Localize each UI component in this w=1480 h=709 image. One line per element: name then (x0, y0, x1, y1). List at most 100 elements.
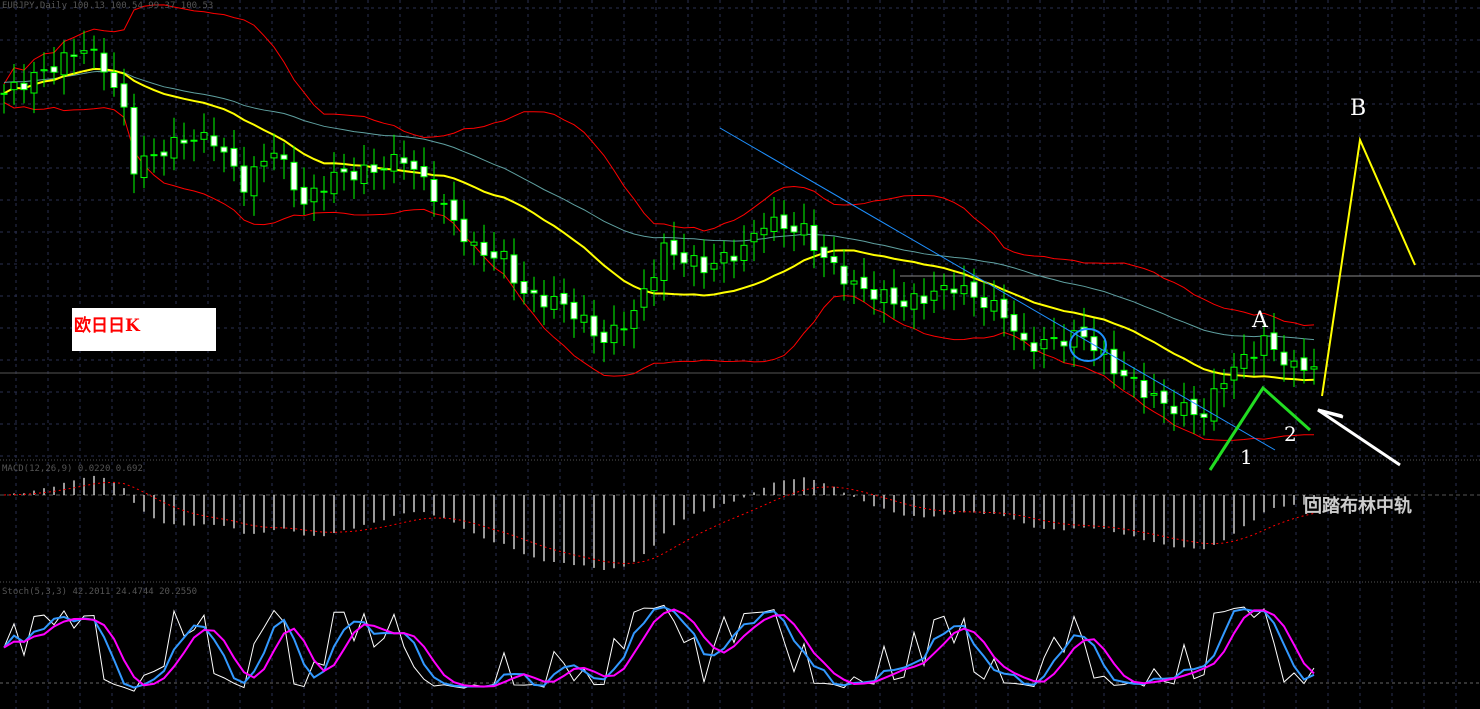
candle (620, 328, 628, 331)
candle (290, 161, 298, 191)
candle (40, 69, 48, 72)
candle (300, 186, 308, 205)
candle (220, 146, 228, 153)
candle (850, 280, 858, 285)
candle (460, 218, 468, 243)
candle (1270, 332, 1278, 351)
candle (200, 132, 208, 140)
candle (640, 288, 648, 308)
candle (650, 277, 658, 292)
candle (1140, 380, 1148, 399)
candle (630, 310, 638, 329)
candle (390, 154, 398, 172)
candle (140, 155, 148, 179)
candle (1230, 366, 1238, 381)
candle (1220, 383, 1228, 390)
candle (1280, 351, 1288, 366)
candle (480, 241, 488, 256)
candle (520, 281, 528, 294)
ema-line (3, 70, 1315, 341)
candle (610, 324, 618, 344)
candle (1040, 339, 1048, 350)
candle (180, 139, 188, 144)
candle (210, 135, 218, 147)
candle (110, 72, 118, 89)
candle (100, 52, 108, 73)
candle (380, 168, 388, 171)
candle (120, 83, 128, 108)
candle (1260, 335, 1268, 356)
candle (90, 48, 98, 51)
candle (840, 265, 848, 285)
bollinger-lower (3, 102, 1315, 441)
candle (540, 294, 548, 308)
candle (450, 199, 458, 221)
candle (580, 314, 588, 323)
candle (410, 160, 418, 170)
candle (1110, 348, 1118, 375)
candle (240, 165, 248, 193)
candle (330, 171, 338, 195)
chart-canvas[interactable] (0, 0, 1480, 709)
arrow-icon (1317, 408, 1401, 467)
candle (1200, 413, 1208, 418)
annotation-2: 2 (1284, 422, 1297, 446)
candle (1310, 366, 1318, 370)
candle (550, 295, 558, 310)
candle (890, 287, 898, 305)
chart-label-box: 欧日日K (72, 308, 216, 351)
candle (500, 250, 508, 260)
candle (990, 300, 998, 312)
candle (960, 285, 968, 295)
candle (680, 252, 688, 264)
candle (270, 152, 278, 159)
candle (230, 147, 238, 167)
candle (1120, 369, 1128, 377)
candle (1020, 332, 1028, 341)
candle (970, 281, 978, 298)
candle (940, 285, 948, 291)
candle (130, 106, 138, 175)
trend-line (719, 127, 1276, 451)
candle (600, 331, 608, 344)
main-panel-title: EURJPY,Daily 100.13 100.54 99.37 100.53 (2, 1, 214, 11)
candle (280, 154, 288, 160)
candle (260, 160, 268, 167)
candle (900, 300, 908, 308)
candle (160, 151, 168, 157)
candle (400, 157, 408, 164)
candle (510, 254, 518, 284)
candle (740, 244, 748, 261)
candle (1180, 402, 1188, 416)
candle (1250, 356, 1258, 359)
candle (750, 232, 758, 243)
candle (980, 297, 988, 309)
chart-label: 欧日日K (74, 316, 140, 336)
candle (790, 225, 798, 233)
candle (60, 52, 68, 76)
candle (670, 239, 678, 256)
candle (1050, 337, 1058, 340)
candle (870, 289, 878, 300)
bollinger-upper (3, 4, 1315, 327)
candle (10, 81, 18, 91)
candle (170, 136, 178, 159)
candle (770, 216, 778, 232)
annotation-b: B (1350, 96, 1367, 121)
stoch-k-line (3, 606, 1315, 689)
candle (250, 166, 258, 197)
candle (800, 223, 808, 236)
annotation-1: 1 (1240, 445, 1253, 469)
candle (860, 276, 868, 290)
candle (1010, 314, 1018, 332)
candle (70, 54, 78, 57)
candle (660, 242, 668, 281)
candle (730, 255, 738, 262)
candle (710, 262, 718, 270)
candle (1290, 360, 1298, 368)
candle (340, 168, 348, 173)
candle (80, 50, 88, 54)
candle (430, 178, 438, 202)
candle (1170, 405, 1178, 415)
candle (420, 166, 428, 178)
